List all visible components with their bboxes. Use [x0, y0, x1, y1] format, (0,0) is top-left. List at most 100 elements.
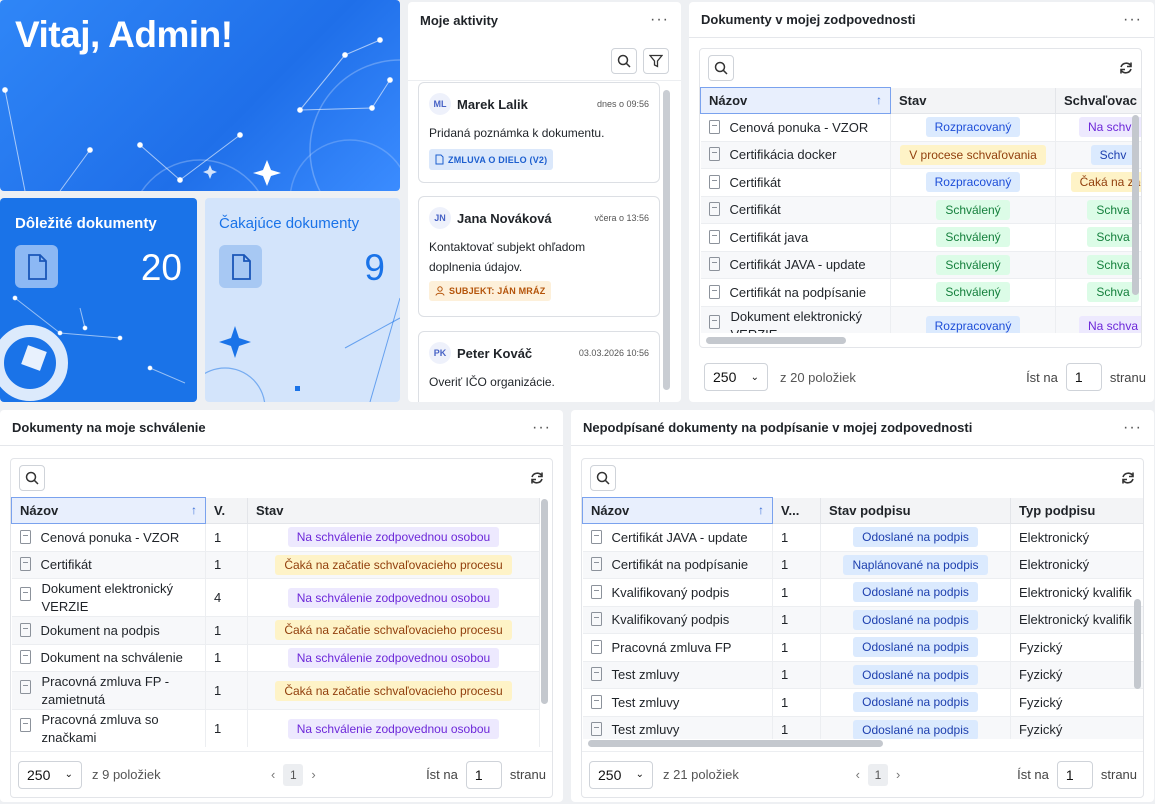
table-row[interactable]: Certifikát Rozpracovaný Čaká na zač [700, 168, 1141, 197]
column-header-name[interactable]: Názov ↑ [700, 87, 891, 114]
chevron-down-icon: ⌄ [750, 371, 759, 383]
status-badge: Odoslané na podpis [853, 637, 978, 658]
activity-item[interactable]: JN Jana Nováková včera o 13:56 Kontaktova… [418, 196, 660, 317]
table-row[interactable]: Dokument na podpis 1 Čaká na začatie schva… [11, 616, 540, 645]
more-icon[interactable]: ··· [650, 12, 669, 28]
activity-item[interactable]: PK Peter Kováč 03.03.2026 10:56 Overiť IČ… [418, 331, 660, 402]
column-header-name[interactable]: Názov ↑ [582, 497, 773, 524]
table-row[interactable]: Certifikát na podpísanie 1 Naplánované na … [582, 551, 1143, 579]
page-size-select[interactable]: 250 ⌄ [704, 363, 768, 391]
table-row[interactable]: Pracovná zmluva FP 1 Odoslané na podpis Fyz… [582, 633, 1143, 662]
table-row[interactable]: Certifikát Schválený Schva [700, 196, 1141, 224]
activity-tag[interactable]: ZMLUVA O DIELO (V2) [429, 149, 554, 170]
column-header-name[interactable]: Názov ↑ [11, 497, 206, 524]
table-row[interactable]: Cenová ponuka - VZOR Rozpracovaný Na schva [700, 113, 1141, 142]
column-header-sign-type[interactable]: Typ podpisu [1010, 497, 1143, 524]
table-row[interactable]: Dokument elektronický VERZIERozpracovaný… [700, 306, 1141, 333]
waiting-docs-label: Čakajúce dokumenty [219, 215, 360, 232]
next-page-icon[interactable]: › [896, 767, 900, 782]
activity-item[interactable]: ML Marek Lalik dnes o 09:56 Pridaná pozná… [418, 82, 660, 183]
table-row[interactable]: Dokument na schválenie 1 Na schválenie zod… [11, 644, 540, 672]
activity-tag[interactable]: SUBJEKT: JÁN MRÁZ [429, 281, 552, 301]
table-row[interactable]: Certifikát JAVA - update Schválený Schva [700, 251, 1141, 279]
prev-page-icon[interactable]: ‹ [856, 767, 860, 782]
refresh-icon [1120, 62, 1132, 74]
column-header-sign-state[interactable]: Stav podpisu [820, 497, 1011, 524]
waiting-docs-tile[interactable]: Čakajúce dokumenty 9 [205, 198, 400, 402]
file-icon [19, 557, 31, 572]
panel-title: Nepodpísané dokumenty na podpísanie v mo… [583, 420, 973, 435]
vertical-scrollbar[interactable] [1134, 599, 1141, 689]
table-row[interactable]: Pracovná zmluva FP - zamietnutá 1 Čaká na … [11, 671, 540, 710]
column-header-state[interactable]: Stav [890, 87, 1056, 114]
column-header-approval[interactable]: Schvaľovac [1055, 87, 1141, 114]
file-icon [708, 257, 720, 272]
file-icon [708, 314, 720, 329]
search-button[interactable] [590, 465, 616, 491]
goto-page-input[interactable]: 1 [1056, 760, 1093, 789]
search-button[interactable] [708, 55, 734, 81]
page-number[interactable]: 1 [867, 763, 888, 786]
file-icon [590, 612, 602, 627]
table-row[interactable]: Certifikát na podpísanie Schválený Schva [700, 278, 1141, 307]
more-icon[interactable]: ··· [1123, 11, 1142, 28]
more-icon[interactable]: ··· [1123, 419, 1142, 436]
goto-page-input[interactable]: 1 [1065, 363, 1102, 391]
status-badge: Na schválenie zodpovednou osobou [287, 718, 500, 739]
table-row[interactable]: Certifikát JAVA - update 1 Odoslané na pod… [582, 523, 1143, 552]
activity-time: dnes o 09:56 [596, 99, 649, 109]
status-badge: Čaká na začatie schvaľovacieho procesu [275, 680, 512, 701]
important-docs-tile[interactable]: Dôležité dokumenty 20 [0, 198, 197, 402]
search-icon [617, 54, 631, 68]
vertical-scrollbar[interactable] [1132, 115, 1139, 295]
table-row[interactable]: Test zmluvy 1 Odoslané na podpis Fyzický [582, 661, 1143, 689]
horizontal-scrollbar[interactable] [706, 337, 846, 344]
docs-grid: Názov ↑ Stav Schvaľovac Cenová ponuka - V… [699, 48, 1142, 348]
file-icon [590, 557, 602, 572]
document-icon [15, 245, 58, 288]
table-row[interactable]: Certifikát java Schválený Schva [700, 223, 1141, 252]
column-header-state[interactable]: Stav [247, 497, 540, 524]
status-badge: Na schva [1078, 316, 1141, 333]
file-icon [708, 202, 720, 217]
table-row[interactable]: Kvalifikovaný podpis 1 Odoslané na podpis E… [582, 578, 1143, 607]
status-badge: Schv [1090, 144, 1136, 165]
page-number[interactable]: 1 [283, 763, 304, 786]
chevron-down-icon: ⌄ [64, 769, 73, 780]
table-row[interactable]: Test zmluvy 1 Odoslané na podpis Fyzický [582, 716, 1143, 739]
prev-page-icon[interactable]: ‹ [271, 767, 275, 782]
page-size-select[interactable]: 250 ⌄ [589, 760, 653, 789]
refresh-button[interactable] [530, 471, 544, 485]
status-badge: Odoslané na podpis [853, 527, 978, 548]
welcome-title: Vitaj, Admin! [15, 14, 233, 55]
table-row[interactable]: Certifikát 1 Čaká na začatie schvaľovacieh… [11, 551, 540, 579]
status-badge: Odoslané na podpis [853, 664, 978, 685]
refresh-button[interactable] [1119, 61, 1133, 75]
status-badge: Odoslané na podpis [853, 582, 978, 603]
search-button[interactable] [611, 48, 637, 74]
file-icon [19, 650, 31, 665]
docs-grid: Názov ↑ V... Stav podpisu Typ podpisu Cer… [581, 458, 1144, 798]
search-button[interactable] [19, 465, 45, 491]
filter-button[interactable] [643, 48, 669, 74]
next-page-icon[interactable]: › [311, 767, 315, 782]
horizontal-scrollbar[interactable] [588, 740, 883, 747]
table-row[interactable]: Kvalifikovaný podpis 1 Odoslané na podpis E… [582, 606, 1143, 634]
status-badge: Čaká na zač [1070, 172, 1141, 193]
important-docs-count: 20 [140, 247, 182, 288]
more-icon[interactable]: ··· [532, 419, 551, 436]
goto-page-input[interactable]: 1 [465, 760, 502, 789]
status-badge: Schva [1087, 282, 1139, 303]
table-row[interactable]: Cenová ponuka - VZOR 1 Na schválenie zodpo… [11, 523, 540, 552]
refresh-button[interactable] [1121, 471, 1135, 485]
table-row[interactable]: Test zmluvy 1 Odoslané na podpis Fyzický [582, 688, 1143, 717]
scrollbar[interactable] [663, 90, 670, 390]
column-header-version[interactable]: V... [772, 497, 821, 524]
table-row[interactable]: Certifikácia docker V procese schvaľovani… [700, 141, 1141, 169]
table-row[interactable]: Pracovná zmluva so značkami 1 Na schváleni… [11, 709, 540, 747]
table-row[interactable]: Dokument elektronický VERZIE 4 Na schválen… [11, 578, 540, 617]
vertical-scrollbar[interactable] [541, 499, 548, 704]
column-header-version[interactable]: V. [205, 497, 248, 524]
page-size-select[interactable]: 250 ⌄ [18, 760, 82, 789]
file-icon [19, 680, 31, 694]
